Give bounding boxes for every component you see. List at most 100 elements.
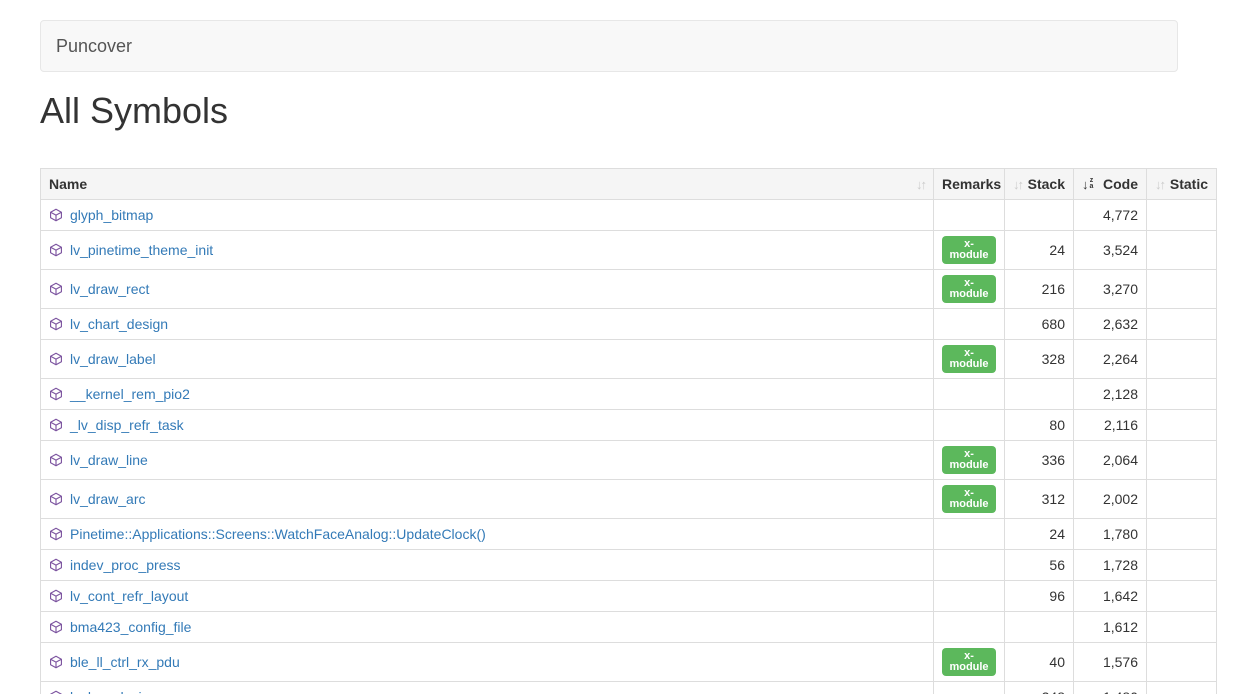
static-value [1147,379,1217,410]
symbol-link[interactable]: glyph_bitmap [70,207,153,223]
code-value: 4,772 [1074,200,1147,231]
symbol-link[interactable]: indev_proc_press [70,557,181,573]
stack-value: 96 [1005,581,1074,612]
symbol-link[interactable]: lv_draw_label [70,351,156,367]
cube-icon [49,317,63,331]
code-value: 2,064 [1074,441,1147,480]
stack-value: 336 [1005,441,1074,480]
code-value: 1,612 [1074,612,1147,643]
table-row: lv_pinetime_theme_init x-module 24 3,524 [41,231,1217,270]
symbol-link[interactable]: bma423_config_file [70,619,191,635]
cube-icon [49,282,63,296]
cube-icon [49,387,63,401]
symbol-link[interactable]: lv_cont_refr_layout [70,588,188,604]
static-value [1147,682,1217,694]
stack-value: 328 [1005,340,1074,379]
navbar-brand[interactable]: Puncover [41,21,147,71]
table-row: ble_ll_ctrl_rx_pdu x-module 40 1,576 [41,643,1217,682]
static-value [1147,340,1217,379]
cube-icon [49,352,63,366]
table-row: Pinetime::Applications::Screens::WatchFa… [41,519,1217,550]
cube-icon [49,558,63,572]
stack-value: 56 [1005,550,1074,581]
cube-icon [49,492,63,506]
table-body: glyph_bitmap 4,772 lv_pinetime_theme_ini… [41,200,1217,694]
symbol-link[interactable]: Pinetime::Applications::Screens::WatchFa… [70,526,486,542]
x-module-badge: x-module [942,345,996,373]
stack-value [1005,200,1074,231]
x-module-badge: x-module [942,446,996,474]
table-row: __kernel_rem_pio2 2,128 [41,379,1217,410]
column-label-name: Name [49,176,87,192]
sort-desc-alpha-icon: ↓za [1082,177,1093,192]
cube-icon [49,620,63,634]
symbols-table: Name ↓↑ Remarks ↓↑ Stack ↓za [40,168,1217,694]
code-value: 1,780 [1074,519,1147,550]
code-value: 2,264 [1074,340,1147,379]
static-value [1147,550,1217,581]
stack-value: 40 [1005,643,1074,682]
cube-icon [49,527,63,541]
column-header-code[interactable]: ↓za Code [1074,169,1147,200]
x-module-badge: x-module [942,648,996,676]
code-value: 2,116 [1074,410,1147,441]
static-value [1147,643,1217,682]
symbol-link[interactable]: lv_draw_arc [70,491,145,507]
table-row: indev_proc_press 56 1,728 [41,550,1217,581]
static-value [1147,519,1217,550]
table-row: _lv_disp_refr_task 80 2,116 [41,410,1217,441]
code-value: 2,128 [1074,379,1147,410]
static-value [1147,612,1217,643]
navbar: Puncover [40,20,1178,72]
column-header-name[interactable]: Name ↓↑ [41,169,934,200]
symbol-link[interactable]: lv_bar_design [70,689,157,694]
static-value [1147,581,1217,612]
symbol-link[interactable]: _lv_disp_refr_task [70,417,184,433]
symbol-link[interactable]: ble_ll_ctrl_rx_pdu [70,654,180,670]
symbol-link[interactable]: lv_pinetime_theme_init [70,242,213,258]
stack-value: 80 [1005,410,1074,441]
symbol-link[interactable]: lv_draw_rect [70,281,149,297]
symbol-link[interactable]: lv_draw_line [70,452,148,468]
sort-both-icon: ↓↑ [916,177,925,192]
table-row: glyph_bitmap 4,772 [41,200,1217,231]
x-module-badge: x-module [942,485,996,513]
stack-value: 312 [1005,480,1074,519]
static-value [1147,410,1217,441]
table-header: Name ↓↑ Remarks ↓↑ Stack ↓za [41,169,1217,200]
static-value [1147,270,1217,309]
stack-value: 24 [1005,519,1074,550]
table-row: lv_draw_label x-module 328 2,264 [41,340,1217,379]
static-value [1147,480,1217,519]
cube-icon [49,208,63,222]
cube-icon [49,418,63,432]
code-value: 1,480 [1074,682,1147,694]
code-value: 3,524 [1074,231,1147,270]
page-container: Puncover All Symbols Name ↓↑ Remarks [40,20,1220,694]
symbol-link[interactable]: lv_chart_design [70,316,168,332]
table-row: bma423_config_file 1,612 [41,612,1217,643]
static-value [1147,231,1217,270]
column-header-stack[interactable]: ↓↑ Stack [1005,169,1074,200]
column-header-remarks: Remarks [934,169,1005,200]
symbol-link[interactable]: __kernel_rem_pio2 [70,386,190,402]
static-value [1147,441,1217,480]
table-row: lv_cont_refr_layout 96 1,642 [41,581,1217,612]
x-module-badge: x-module [942,236,996,264]
table-row: lv_draw_arc x-module 312 2,002 [41,480,1217,519]
stack-value: 24 [1005,231,1074,270]
cube-icon [49,453,63,467]
table-row: lv_draw_rect x-module 216 3,270 [41,270,1217,309]
code-value: 1,642 [1074,581,1147,612]
static-value [1147,309,1217,340]
cube-icon [49,243,63,257]
column-label-code: Code [1103,176,1138,192]
column-label-stack: Stack [1028,176,1065,192]
code-value: 2,632 [1074,309,1147,340]
column-header-static[interactable]: ↓↑ Static [1147,169,1217,200]
stack-value [1005,612,1074,643]
cube-icon [49,655,63,669]
sort-both-icon: ↓↑ [1155,177,1164,192]
x-module-badge: x-module [942,275,996,303]
code-value: 3,270 [1074,270,1147,309]
